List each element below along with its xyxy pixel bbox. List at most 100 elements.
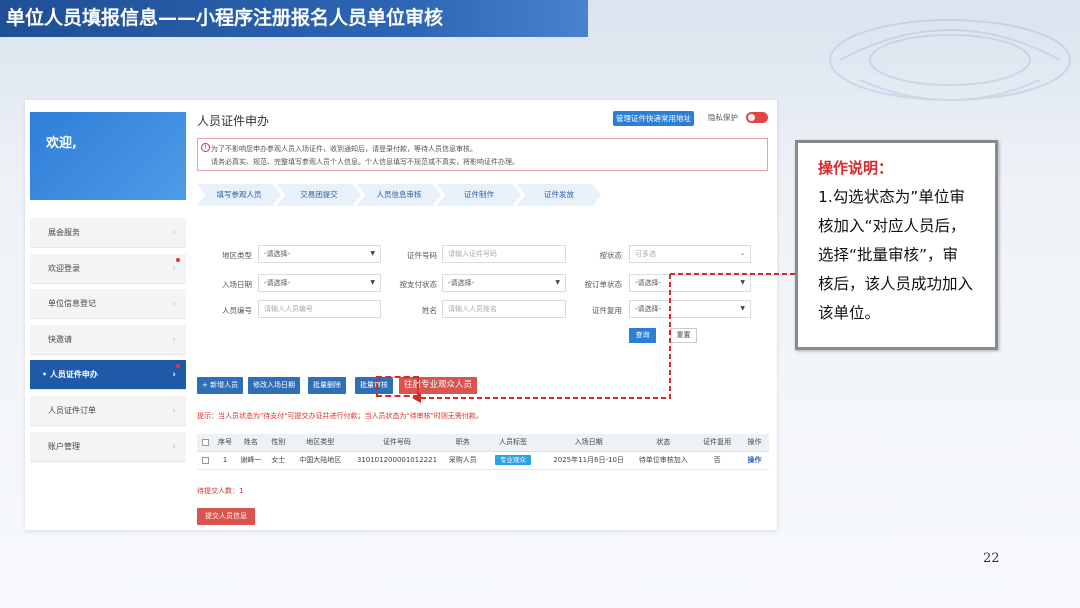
page-title: 人员证件申办 xyxy=(197,114,270,128)
caret-down-icon: ▼ xyxy=(555,279,560,286)
status-multiselect[interactable]: 可多选 ⌄ xyxy=(629,245,751,263)
caret-down-icon: ▼ xyxy=(740,279,745,286)
pay-status-value: -请选择- xyxy=(448,279,475,287)
select-all-checkbox[interactable] xyxy=(201,438,209,446)
chevron-right-icon: › xyxy=(172,335,176,345)
table-header-row: 序号 姓名 性别 地区类型 证件号码 职务 人员标签 入场日期 状态 证件复用 … xyxy=(197,434,769,452)
chevron-down-icon: ⌄ xyxy=(739,250,745,257)
instruction-line: 核后，该人员成功加入 xyxy=(818,275,974,293)
status-label: 按状态 xyxy=(599,251,623,260)
cell-no: 1 xyxy=(213,451,237,470)
person-no-label: 人员编号 xyxy=(222,306,252,315)
person-table: 序号 姓名 性别 地区类型 证件号码 职务 人员标签 入场日期 状态 证件复用 … xyxy=(197,434,769,470)
batch-delete-button[interactable]: 批量删除 xyxy=(308,377,346,394)
cell-name: 谢峰一 xyxy=(236,451,266,470)
reset-button[interactable]: 重置 xyxy=(670,328,697,343)
sidebar-item-label: 账户管理 xyxy=(48,442,80,451)
name-label: 姓名 xyxy=(422,306,437,315)
col-header: 入场日期 xyxy=(545,434,633,452)
entry-date-label: 入场日期 xyxy=(222,280,252,289)
cell-operation[interactable]: 操作 xyxy=(739,451,769,470)
sidebar-item-quick-invite[interactable]: 快邀请 › xyxy=(30,325,186,355)
cell-gender: 女士 xyxy=(265,451,292,470)
cert-no-input[interactable]: 请输入证件号码 xyxy=(442,245,566,263)
cell-tag: 专业观众 xyxy=(480,451,546,470)
instruction-line: 该单位。 xyxy=(818,304,881,322)
instruction-line: 1.勾选状态为”单位审 xyxy=(818,188,965,206)
status-placeholder: 可多选 xyxy=(635,250,656,258)
instruction-title: 操作说明： xyxy=(818,159,894,177)
operation-link[interactable]: 操作 xyxy=(747,456,761,464)
col-header: 地区类型 xyxy=(291,434,350,452)
page-number: 22 xyxy=(983,551,1000,566)
cell-date: 2025年11月6日-10日 xyxy=(545,451,633,470)
chevron-right-icon: › xyxy=(172,406,176,416)
sidebar-item-label: 人员证件申办 xyxy=(49,370,98,379)
sidebar-item-unit-info[interactable]: 单位信息登记 › xyxy=(30,289,186,319)
region-type-value: -请选择- xyxy=(264,250,291,258)
col-header: 序号 xyxy=(213,434,237,452)
entry-date-value: -请选择- xyxy=(264,279,291,287)
submit-person-button[interactable]: 提交人员信息 xyxy=(197,508,255,525)
caret-down-icon: ▼ xyxy=(740,305,745,312)
order-status-select[interactable]: -请选择- ▼ xyxy=(629,274,751,292)
sidebar-item-cert-apply[interactable]: • 人员证件申办 › xyxy=(30,360,186,390)
step-2: 交易团提交 xyxy=(277,184,361,206)
slide-title: 单位人员填报信息——小程序注册报名人员单位审核 xyxy=(0,0,588,37)
person-no-input[interactable]: 请输入人员编号 xyxy=(258,300,381,318)
sidebar-item-welcome-login[interactable]: 欢迎登录 › xyxy=(30,254,186,284)
col-header: 性别 xyxy=(265,434,292,452)
welcome-banner: 欢迎, xyxy=(30,112,186,200)
col-header: 姓名 xyxy=(236,434,266,452)
instruction-line: 核加入“对应人员后， xyxy=(818,217,966,235)
sidebar-item-cert-orders[interactable]: 人员证件订单 › xyxy=(30,396,186,426)
region-type-select[interactable]: -请选择- ▼ xyxy=(258,245,381,263)
instruction-box: 操作说明： 1.勾选状态为”单位审 核加入“对应人员后， 选择“批量审核”，审 … xyxy=(795,140,998,350)
cell-reuse: 否 xyxy=(694,451,740,470)
chevron-right-icon: › xyxy=(172,370,176,380)
row-checkbox[interactable] xyxy=(201,456,209,464)
entry-date-select[interactable]: -请选择- ▼ xyxy=(258,274,381,292)
cert-no-label: 证件号码 xyxy=(407,251,437,260)
pay-status-select[interactable]: -请选择- ▼ xyxy=(442,274,566,292)
sidebar-item-exhibition-service[interactable]: 展会服务 › xyxy=(30,218,186,248)
pending-count: 待提交人数：1 xyxy=(197,487,244,495)
privacy-toggle[interactable] xyxy=(746,112,768,123)
sidebar-item-label: 人员证件订单 xyxy=(48,406,96,415)
notice-box: ! 为了不影响您申办参观人员入场证件，收到通知后，请登录付款，等待人员信息审核。… xyxy=(197,138,768,171)
notice-line-1: 为了不影响您申办参观人员入场证件，收到通知后，请登录付款，等待人员信息审核。 xyxy=(211,145,477,153)
batch-review-highlight xyxy=(376,376,419,397)
name-input[interactable]: 请输入人员姓名 xyxy=(442,300,566,318)
stadium-decoration-icon xyxy=(829,19,1071,101)
col-header: 人员标签 xyxy=(480,434,546,452)
select-all-cell[interactable] xyxy=(197,434,214,452)
modify-entry-date-button[interactable]: 修改入场日期 xyxy=(248,377,300,394)
sidebar-item-account[interactable]: 账户管理 › xyxy=(30,432,186,462)
row-select-cell[interactable] xyxy=(197,451,214,470)
step-5: 证件发放 xyxy=(517,184,601,206)
notification-dot-icon xyxy=(176,364,180,368)
sidebar-item-label: 展会服务 xyxy=(48,228,80,237)
add-person-button[interactable]: + 新增人员 xyxy=(197,377,244,394)
region-type-label: 地区类型 xyxy=(222,251,252,260)
chevron-right-icon: › xyxy=(172,299,176,309)
sidebar-item-label: 快邀请 xyxy=(48,335,72,344)
col-header: 职务 xyxy=(444,434,481,452)
step-4: 证件制作 xyxy=(437,184,521,206)
instruction-body: 1.勾选状态为”单位审 核加入“对应人员后， 选择“批量审核”，审 核后，该人员… xyxy=(818,183,985,328)
notice-line-2: 请务必真实、规范、完整填写参观人员个人信息。个人信息填写不规范或不真实，将影响证… xyxy=(211,158,519,166)
cert-reuse-select[interactable]: -请选择- ▼ xyxy=(629,300,751,318)
person-tag-badge: 专业观众 xyxy=(494,455,531,465)
manage-address-button[interactable]: 管理证件快递常用地址 xyxy=(613,111,694,126)
warning-icon: ! xyxy=(201,143,210,152)
order-status-value: -请选择- xyxy=(635,279,662,287)
caret-down-icon: ▼ xyxy=(370,250,375,257)
status-hint: 提示：当人员状态为"待支付"可提交办证并进行付款；当人员状态为"待审核"时则无需… xyxy=(197,412,483,420)
query-button[interactable]: 查询 xyxy=(629,328,656,343)
app-screenshot: 欢迎, 展会服务 › 欢迎登录 › 单位信息登记 › 快邀请 › • 人员证件申… xyxy=(25,100,777,530)
table-row[interactable]: 1 谢峰一 女士 中国大陆地区 310101200001012221 采购人员 … xyxy=(197,451,769,470)
cell-position: 采购人员 xyxy=(444,451,481,470)
order-status-label: 按订单状态 xyxy=(584,280,623,289)
pay-status-label: 按支付状态 xyxy=(399,280,438,289)
instruction-line: 选择“批量审核”，审 xyxy=(818,246,959,264)
